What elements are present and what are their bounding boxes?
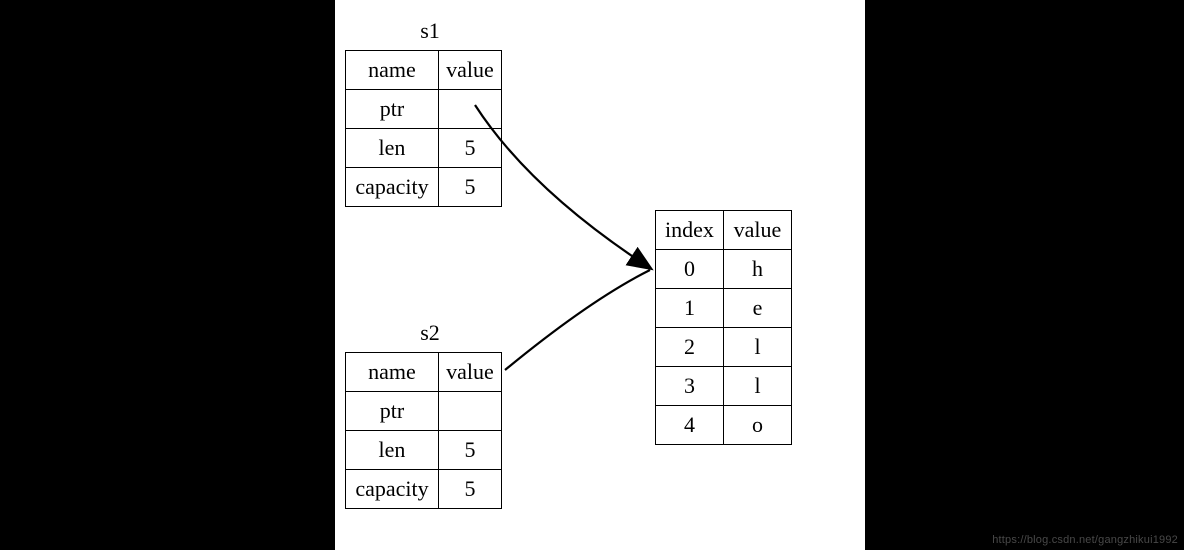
s2-title: s2 — [380, 320, 480, 346]
heap-row1-value: e — [724, 289, 792, 328]
heap-header-value: value — [724, 211, 792, 250]
table-row: 3 l — [656, 367, 792, 406]
table-row: 0 h — [656, 250, 792, 289]
table-row: len 5 — [346, 431, 502, 470]
s1-row2-name: capacity — [346, 168, 439, 207]
s2-row2-value: 5 — [439, 470, 502, 509]
diagram-canvas: s1 name value ptr len 5 capacity 5 s2 na… — [335, 0, 865, 550]
heap-row2-index: 2 — [656, 328, 724, 367]
table-row: capacity 5 — [346, 168, 502, 207]
s1-title: s1 — [380, 18, 480, 44]
heap-row1-index: 1 — [656, 289, 724, 328]
s1-row0-value — [439, 90, 502, 129]
s2-row2-name: capacity — [346, 470, 439, 509]
heap-row4-value: o — [724, 406, 792, 445]
table-row: ptr — [346, 392, 502, 431]
s2-row0-name: ptr — [346, 392, 439, 431]
table-row: ptr — [346, 90, 502, 129]
s1-row2-value: 5 — [439, 168, 502, 207]
s1-header-value: value — [439, 51, 502, 90]
heap-row4-index: 4 — [656, 406, 724, 445]
heap-row3-index: 3 — [656, 367, 724, 406]
heap-table: index value 0 h 1 e 2 l 3 l 4 o — [655, 210, 792, 445]
s2-row0-value — [439, 392, 502, 431]
table-row: len 5 — [346, 129, 502, 168]
heap-row2-value: l — [724, 328, 792, 367]
table-row: 2 l — [656, 328, 792, 367]
heap-header-index: index — [656, 211, 724, 250]
table-row: name value — [346, 51, 502, 90]
s2-header-value: value — [439, 353, 502, 392]
table-row: index value — [656, 211, 792, 250]
table-row: name value — [346, 353, 502, 392]
watermark: https://blog.csdn.net/gangzhikui1992 — [992, 534, 1178, 546]
s1-row1-value: 5 — [439, 129, 502, 168]
table-row: 4 o — [656, 406, 792, 445]
s2-row1-value: 5 — [439, 431, 502, 470]
s2-row1-name: len — [346, 431, 439, 470]
s2-table: name value ptr len 5 capacity 5 — [345, 352, 502, 509]
table-row: 1 e — [656, 289, 792, 328]
heap-row3-value: l — [724, 367, 792, 406]
s1-table: name value ptr len 5 capacity 5 — [345, 50, 502, 207]
table-row: capacity 5 — [346, 470, 502, 509]
s1-row0-name: ptr — [346, 90, 439, 129]
heap-row0-value: h — [724, 250, 792, 289]
arrow-s2-to-heap — [505, 270, 650, 370]
s1-header-name: name — [346, 51, 439, 90]
s2-header-name: name — [346, 353, 439, 392]
heap-row0-index: 0 — [656, 250, 724, 289]
s1-row1-name: len — [346, 129, 439, 168]
